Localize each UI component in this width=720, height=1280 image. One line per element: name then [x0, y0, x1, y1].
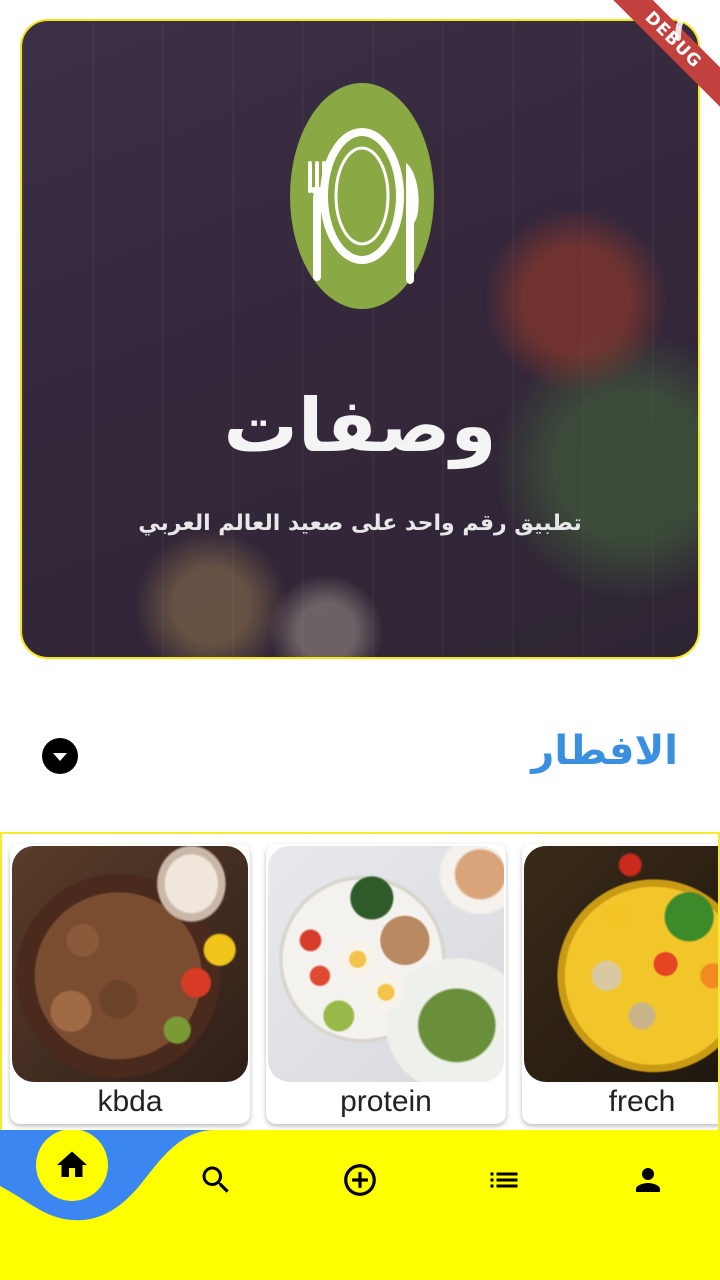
home-icon: [57, 1151, 87, 1177]
hero-banner: وصفات تطبيق رقم واحد على صعيد العالم الع…: [20, 19, 700, 659]
search-icon: [202, 1166, 229, 1193]
hero-tagline: تطبيق رقم واحد على صعيد العالم العربي: [138, 511, 582, 536]
nav-add-button[interactable]: [340, 1160, 380, 1200]
debug-m-icon: [675, 10, 713, 41]
recipe-name: frech: [608, 1085, 676, 1118]
list-icon: [490, 1172, 518, 1188]
recipe-card-kbda[interactable]: kbda: [10, 844, 250, 1124]
recipe-card-frech[interactable]: frech: [522, 844, 718, 1124]
nav-list-button[interactable]: [484, 1160, 524, 1200]
nav-search-button[interactable]: [196, 1160, 236, 1200]
person-icon: [636, 1168, 660, 1192]
recipe-name: protein: [340, 1085, 432, 1118]
recipe-image: [268, 846, 504, 1082]
recipe-list[interactable]: kbda protein frech: [0, 832, 720, 1132]
plate-fork-knife-icon: [290, 83, 434, 309]
arrow-drop-down-circle-icon[interactable]: [42, 738, 78, 774]
recipe-card-protein[interactable]: protein: [266, 844, 506, 1124]
nav-profile-button[interactable]: [628, 1160, 668, 1200]
category-title: الافطار: [531, 728, 678, 774]
bottom-navigation-bar: [0, 1130, 720, 1280]
recipe-image: [524, 846, 718, 1082]
recipe-image: [12, 846, 248, 1082]
hero-title: وصفات: [223, 383, 497, 469]
add-circle-icon: [344, 1164, 376, 1196]
recipe-name: kbda: [97, 1085, 163, 1118]
app-screen: DEBUG وصفات تطبيق رقم واحد على صعيد العا…: [0, 0, 720, 1280]
nav-home-button[interactable]: [36, 1130, 108, 1201]
category-header: الافطار: [0, 718, 720, 794]
